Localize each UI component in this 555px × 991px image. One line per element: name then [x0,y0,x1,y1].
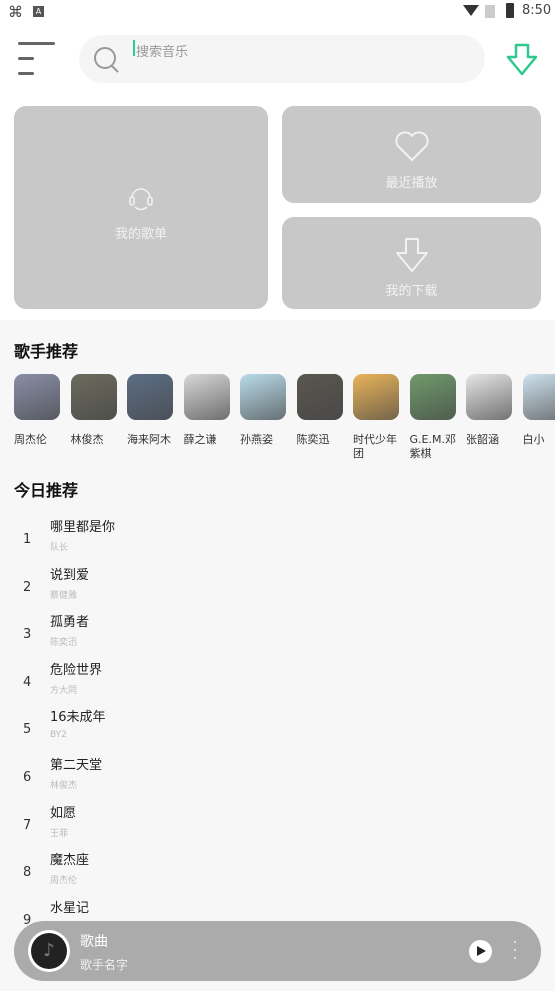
text-cursor [133,40,135,56]
artist-avatar [466,374,512,420]
player-artist: 歌手名字 [80,958,129,972]
song-rank: 6 [23,770,32,785]
section-title-today: 今日推荐 [14,481,79,500]
song-title: 说到爱 [50,567,90,583]
song-rank: 3 [23,627,32,643]
play-button[interactable] [469,940,492,963]
music-note-icon: ♪ [31,933,67,969]
search-placeholder: 搜索音乐 [136,45,189,60]
artist-item[interactable]: 薛之谦 [179,374,235,447]
wifi-icon [463,5,479,16]
keyboard-icon: A [33,6,44,17]
song-row[interactable]: 8 魔杰座周杰伦 [0,849,555,897]
song-title: 孤勇者 [50,615,90,631]
song-artist: 林俊杰 [50,781,78,791]
menu-icon-line [18,72,34,75]
artist-item[interactable]: 白小 [518,374,555,447]
artist-item[interactable]: 时代少年团 [348,374,404,461]
artist-name: 孙燕姿 [240,433,273,446]
song-row[interactable]: 2 说到爱蔡健雅 [0,564,555,612]
artist-name: 海来阿木 [127,433,171,446]
song-artist: 陈奕迅 [50,638,78,649]
my-playlist-card[interactable]: 我的歌单 [14,106,268,309]
my-download-card[interactable]: 我的下载 [282,217,541,309]
artist-name: 陈奕迅 [296,433,330,446]
song-title: 如愿 [50,805,77,821]
no-sim-icon [485,5,495,18]
headphones-icon [129,188,153,211]
artist-name: 张韶涵 [466,433,499,446]
song-title: 16未成年 [50,710,106,726]
player-song-title: 歌曲 [80,934,108,950]
recent-play-card[interactable]: 最近播放 [282,106,541,203]
song-artist: 方大同 [50,685,78,696]
artist-avatar [409,374,456,420]
artist-item[interactable]: 张韶涵 [461,374,517,447]
artist-avatar [127,374,173,420]
search-input[interactable]: 搜索音乐 [79,35,485,83]
song-row[interactable]: 1 哪里都是你队长 [0,516,555,564]
song-title: 第二天堂 [50,758,103,773]
song-artist: 蔡健雅 [50,590,78,601]
artist-avatar [14,374,60,420]
song-title: 危险世界 [50,662,103,678]
artist-item[interactable]: 陈奕迅 [292,374,348,447]
artist-item[interactable]: G.E.M.邓紫棋 [405,374,461,461]
song-rank: 2 [23,579,32,595]
search-icon [94,47,119,73]
artist-item[interactable]: 林俊杰 [66,374,122,447]
song-rank: 1 [23,532,32,547]
clock: 8:50 [522,3,552,18]
song-artist: 周杰伦 [50,876,78,887]
artist-name: 时代少年团 [353,433,397,460]
song-row[interactable]: 3 孤勇者陈奕迅 [0,611,555,659]
artist-name: 周杰伦 [14,433,47,446]
status-bar: ⌘ A 8:50 [0,0,555,26]
artist-item[interactable]: 海来阿木 [122,374,178,447]
artist-name: G.E.M.邓紫棋 [409,433,456,460]
artist-name: 薛之谦 [183,433,217,446]
song-row[interactable]: 5 16未成年 BY2 [0,706,555,754]
artist-item[interactable]: 孙燕姿 [235,374,291,447]
artist-name: 林俊杰 [70,433,104,446]
download-icon [396,238,428,272]
song-artist: BY2 [50,730,67,741]
song-rank: 5 [23,722,32,738]
menu-button[interactable] [18,42,56,78]
song-artist: 队长 [50,543,69,553]
artist-avatar [353,374,399,420]
song-title: 哪里都是你 [50,520,116,535]
song-row[interactable]: 7 如愿王菲 [0,802,555,850]
artist-avatar [296,374,343,420]
section-title-artists: 歌手推荐 [14,342,79,361]
card-label: 我的歌单 [114,227,167,242]
song-row[interactable]: 6 第二天堂林俊杰 [0,754,555,802]
song-rank: 8 [23,865,32,881]
album-cover: ♪ [28,930,70,972]
song-row[interactable]: 4 危险世界方大同 [0,659,555,707]
heart-icon [395,131,429,161]
menu-icon [18,42,55,45]
download-button[interactable] [506,43,538,77]
artist-avatar [70,374,117,420]
menu-icon-line [18,57,34,60]
artist-item[interactable]: 周杰伦 [9,374,65,447]
play-icon [477,946,486,956]
battery-icon [506,3,514,18]
more-button[interactable]: · · · [510,934,520,968]
artist-name: 白小 [522,433,545,446]
card-label: 最近播放 [385,176,438,191]
song-title: 水星记 [50,900,90,916]
mini-player[interactable]: ♪ 歌曲 歌手名字 · · · [14,921,541,981]
song-rank: 7 [23,817,32,833]
song-title: 魔杰座 [50,853,90,869]
artist-avatar [522,374,555,420]
app-notification-icon: ⌘ [8,3,23,21]
artist-avatar [240,374,286,420]
song-rank: 4 [23,674,32,690]
card-label: 我的下载 [385,284,438,299]
artist-avatar [183,374,230,420]
song-artist: 王菲 [50,828,69,839]
